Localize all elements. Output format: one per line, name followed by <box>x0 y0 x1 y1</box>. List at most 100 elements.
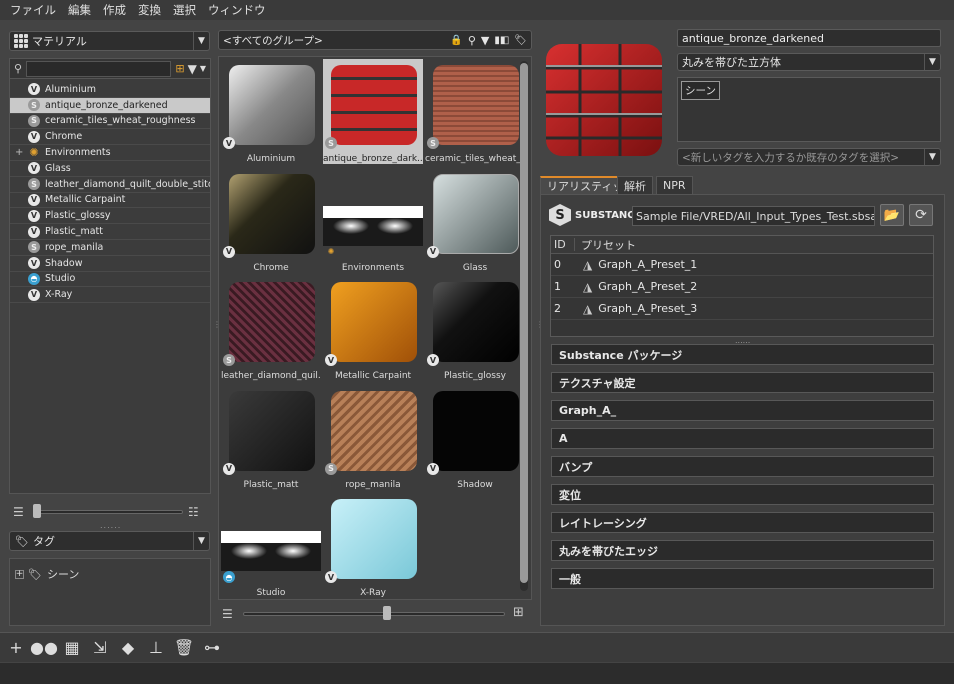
material-thumbnail[interactable]: Sleather_diamond_quil... <box>221 276 321 381</box>
material-thumbnail[interactable]: V Chrome <box>221 168 321 273</box>
preset-row[interactable]: 2 ◮ Graph_A_Preset_3 <box>551 298 933 320</box>
tag-input-combo[interactable]: <新しいタグを入力するか既存のタグを選択> ▼ <box>677 148 941 166</box>
thumb-size-slider[interactable] <box>243 612 505 616</box>
add-icon[interactable]: + <box>2 638 30 657</box>
reload-button[interactable]: ⟳ <box>909 204 933 226</box>
column-id[interactable]: ID <box>551 238 575 251</box>
tree-item[interactable]: Srope_manila <box>10 240 210 256</box>
material-thumbnail[interactable]: V Metallic Carpaint <box>323 276 423 381</box>
filter-icon[interactable]: ▼ <box>481 34 489 47</box>
duplicate-icon[interactable]: ●● <box>30 638 58 657</box>
material-thumbnail[interactable]: V X-Ray <box>323 493 423 598</box>
grid-view-icon[interactable]: ⊞ <box>513 605 524 620</box>
tab-analysis[interactable]: 解析 <box>617 176 653 194</box>
thumbnail-label: rope_manila <box>345 479 401 490</box>
tree-item[interactable]: + ✺ Environments <box>10 145 210 161</box>
tab-npr[interactable]: NPR <box>656 176 693 194</box>
tree-item[interactable]: Sleather_diamond_quilt_double_stitch <box>10 177 210 193</box>
tree-item-label: X-Ray <box>45 289 73 301</box>
tree-item[interactable]: V Glass <box>10 161 210 177</box>
filter-menu-chevron-icon[interactable]: ▼ <box>200 64 206 73</box>
material-thumbnail[interactable]: V Shadow <box>425 385 525 490</box>
hierarchy-icon[interactable]: ⊞ <box>175 62 184 75</box>
tree-item[interactable]: Santique_bronze_darkened <box>10 97 210 114</box>
preview-cube-image <box>546 44 662 156</box>
material-thumbnail[interactable]: ◓ Studio <box>221 493 321 598</box>
geometry-combo[interactable]: 丸みを帯びた立方体 ▼ <box>677 53 941 71</box>
menu-convert[interactable]: 変換 <box>132 2 167 18</box>
thumb-scrollbar-handle[interactable] <box>520 63 528 583</box>
list-view-icon[interactable]: ☰ <box>222 607 233 621</box>
material-preview-image <box>331 282 417 362</box>
detail-view-icon[interactable]: ☷ <box>188 505 199 519</box>
expand-icon[interactable]: + <box>15 147 23 158</box>
property-section-header[interactable]: レイトレーシング <box>551 512 934 533</box>
tree-size-slider-handle[interactable] <box>33 504 41 518</box>
tree-item[interactable]: V Shadow <box>10 256 210 272</box>
material-thumbnail[interactable]: V Plastic_matt <box>221 385 321 490</box>
tree-item[interactable]: ◓ Studio <box>10 272 210 288</box>
tree-item[interactable]: V Metallic Carpaint <box>10 193 210 209</box>
property-section-header[interactable]: A <box>551 428 934 449</box>
material-thumbnail[interactable]: Santique_bronze_dark... <box>323 59 423 164</box>
material-thumbnail[interactable]: ✺ Environments <box>323 168 423 273</box>
preset-row[interactable]: 0 ◮ Graph_A_Preset_1 <box>551 254 933 276</box>
delete-icon[interactable]: 🗑 <box>170 638 198 657</box>
thumbnail-label: X-Ray <box>360 588 386 598</box>
material-thumbnail[interactable]: Srope_manila <box>323 385 423 490</box>
tag-chip[interactable]: シーン <box>681 81 720 100</box>
tree-item[interactable]: V Chrome <box>10 129 210 146</box>
tree-item[interactable]: V Plastic_glossy <box>10 208 210 225</box>
expand-icon[interactable]: + <box>15 569 24 579</box>
splitter-handle[interactable]: ...... <box>100 521 121 530</box>
tree-item-label: Studio <box>45 273 76 285</box>
property-section-header[interactable]: バンプ <box>551 456 934 477</box>
tag-filter-icon[interactable]: 🏷 <box>514 35 527 46</box>
open-folder-button[interactable]: 📂 <box>880 204 904 226</box>
filter-icon[interactable]: ▼ <box>188 62 197 76</box>
graph-icon[interactable]: ⊶ <box>198 638 226 657</box>
tree-item-label: Aluminium <box>45 83 96 95</box>
menu-window[interactable]: ウィンドウ <box>202 2 272 18</box>
group-icon[interactable]: ◆ <box>114 638 142 657</box>
tree-search-input[interactable] <box>26 60 172 77</box>
group-combo[interactable]: <すべてのグループ> 🔒 ⚲ ▼ ▮◧ 🏷 <box>218 30 532 50</box>
tag-combo[interactable]: 🏷 タグ ▼ <box>9 531 210 551</box>
tree-item[interactable]: V Aluminium <box>10 82 210 98</box>
menu-file[interactable]: ファイル <box>4 2 62 18</box>
material-thumbnail[interactable]: V Glass <box>425 168 525 273</box>
column-preset[interactable]: プリセット <box>575 237 636 253</box>
thumb-scrollbar[interactable] <box>520 61 528 591</box>
property-section-header[interactable]: テクスチャ設定 <box>551 372 934 393</box>
material-thumbnail[interactable]: Sceramic_tiles_wheat_r... <box>425 59 525 164</box>
tag-tree-item[interactable]: + 🏷 シーン <box>10 565 210 583</box>
preset-row[interactable]: 1 ◮ Graph_A_Preset_2 <box>551 276 933 298</box>
thumbnail-label: Plastic_matt <box>243 479 299 490</box>
type-combo[interactable]: マテリアル ▼ <box>9 31 210 51</box>
tree-size-slider[interactable] <box>33 510 183 514</box>
select-grid-icon[interactable]: ▦ <box>58 638 86 657</box>
property-section-header[interactable]: 一般 <box>551 568 934 589</box>
menu-edit[interactable]: 編集 <box>62 2 97 18</box>
cleanup-icon[interactable]: ⊥ <box>142 638 170 657</box>
menu-create[interactable]: 作成 <box>97 2 132 18</box>
property-section-header[interactable]: Substance パッケージ <box>551 344 934 365</box>
material-preview-image <box>229 173 315 254</box>
search-icon[interactable]: ⚲ <box>468 34 476 47</box>
tree-item[interactable]: V Plastic_matt <box>10 224 210 240</box>
view-mode-icon[interactable]: ▮◧ <box>494 35 509 46</box>
menu-select[interactable]: 選択 <box>167 2 202 18</box>
material-thumbnail[interactable]: V Plastic_glossy <box>425 276 525 381</box>
list-view-icon[interactable]: ☰ <box>13 505 24 519</box>
material-name-field[interactable]: antique_bronze_darkened <box>677 29 941 47</box>
property-section-header[interactable]: 変位 <box>551 484 934 505</box>
property-section-header[interactable]: Graph_A_ <box>551 400 934 421</box>
property-section-header[interactable]: 丸みを帯びたエッジ <box>551 540 934 561</box>
thumb-size-slider-handle[interactable] <box>383 606 391 620</box>
tree-item[interactable]: Sceramic_tiles_wheat_roughness <box>10 114 210 130</box>
assign-icon[interactable]: ⇲ <box>86 638 114 657</box>
tree-item[interactable]: V X-Ray <box>10 287 210 304</box>
sbsar-path-field[interactable]: Sample File/VRED/All_Input_Types_Test.sb… <box>632 206 875 226</box>
material-thumbnail[interactable]: V Aluminium <box>221 59 321 164</box>
lock-icon[interactable]: 🔒 <box>450 35 462 46</box>
